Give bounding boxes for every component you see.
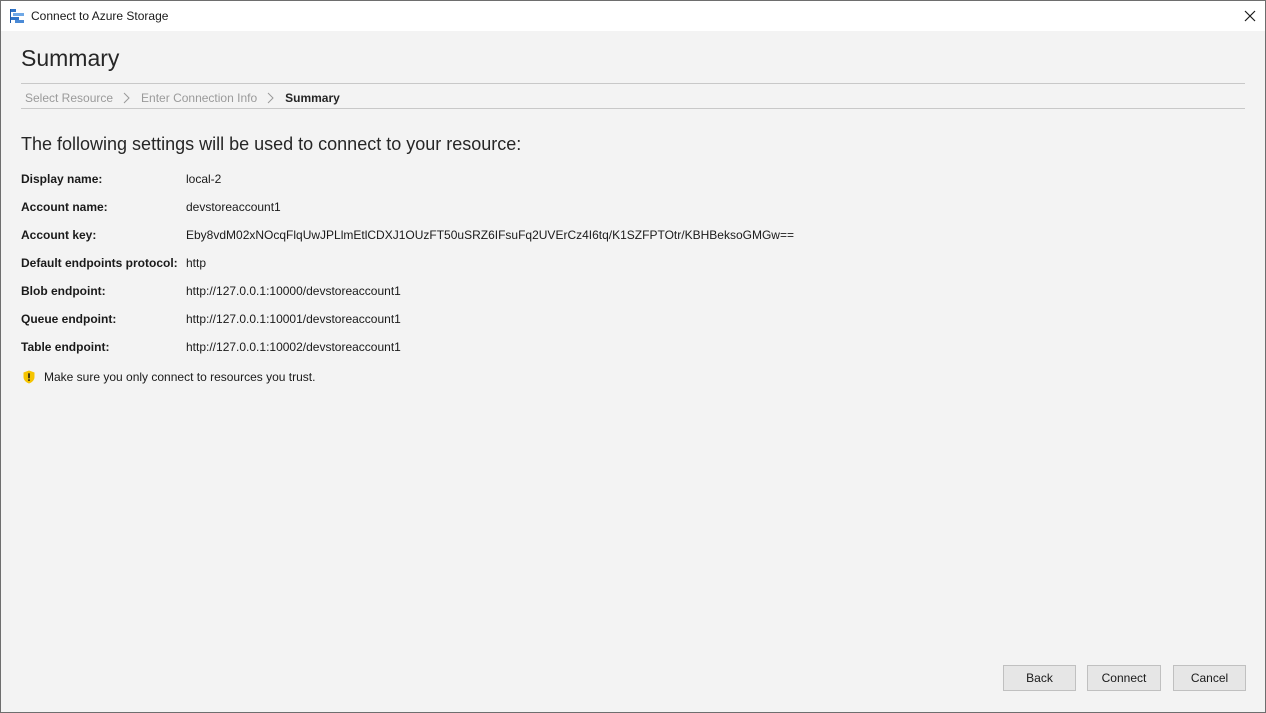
setting-value: http://127.0.0.1:10002/devstoreaccount1 <box>186 340 401 354</box>
page-title: Summary <box>21 45 120 71</box>
setting-row-protocol: Default endpoints protocol: http <box>21 255 794 283</box>
cancel-button[interactable]: Cancel <box>1173 665 1246 691</box>
setting-row-account-name: Account name: devstoreaccount1 <box>21 199 794 227</box>
setting-label: Default endpoints protocol: <box>21 256 178 270</box>
warning-shield-icon <box>23 370 35 384</box>
title-bar[interactable]: Connect to Azure Storage <box>1 1 1265 31</box>
close-icon <box>1244 10 1256 22</box>
breadcrumb-divider <box>21 108 1245 109</box>
window-title: Connect to Azure Storage <box>31 9 169 23</box>
storage-explorer-app-icon <box>10 9 24 23</box>
setting-value: devstoreaccount1 <box>186 200 281 214</box>
setting-label: Blob endpoint: <box>21 284 106 298</box>
breadcrumb-summary: Summary <box>285 91 340 105</box>
setting-label: Account name: <box>21 200 108 214</box>
setting-value: http://127.0.0.1:10001/devstoreaccount1 <box>186 312 401 326</box>
heading-divider <box>21 83 1245 84</box>
back-button[interactable]: Back <box>1003 665 1076 691</box>
setting-row-table-endpoint: Table endpoint: http://127.0.0.1:10002/d… <box>21 339 794 367</box>
setting-label: Display name: <box>21 172 103 186</box>
breadcrumb-select-resource[interactable]: Select Resource <box>25 91 113 105</box>
close-button[interactable] <box>1235 1 1265 31</box>
chevron-right-icon <box>257 90 285 106</box>
setting-row-blob-endpoint: Blob endpoint: http://127.0.0.1:10000/de… <box>21 283 794 311</box>
trust-warning: Make sure you only connect to resources … <box>22 370 315 384</box>
setting-row-display-name: Display name: local-2 <box>21 171 794 199</box>
chevron-right-icon <box>113 90 141 106</box>
breadcrumb-enter-connection-info[interactable]: Enter Connection Info <box>141 91 257 105</box>
connect-button[interactable]: Connect <box>1087 665 1161 691</box>
breadcrumb: Select Resource Enter Connection Info Su… <box>25 90 340 106</box>
setting-value: local-2 <box>186 172 222 186</box>
setting-value: Eby8vdM02xNOcqFlqUwJPLlmEtlCDXJ1OUzFT50u… <box>186 228 794 242</box>
dialog-window: Connect to Azure Storage Summary Select … <box>0 0 1266 713</box>
setting-value: http <box>186 256 207 270</box>
warning-text: Make sure you only connect to resources … <box>44 370 316 384</box>
setting-label: Queue endpoint: <box>21 312 117 326</box>
setting-row-account-key: Account key: Eby8vdM02xNOcqFlqUwJPLlmEtl… <box>21 227 794 255</box>
setting-row-queue-endpoint: Queue endpoint: http://127.0.0.1:10001/d… <box>21 311 794 339</box>
setting-label: Table endpoint: <box>21 340 110 354</box>
setting-label: Account key: <box>21 228 97 242</box>
settings-list: Display name: local-2 Account name: devs… <box>21 171 794 367</box>
summary-intro: The following settings will be used to c… <box>21 134 522 154</box>
setting-value: http://127.0.0.1:10000/devstoreaccount1 <box>186 284 401 298</box>
